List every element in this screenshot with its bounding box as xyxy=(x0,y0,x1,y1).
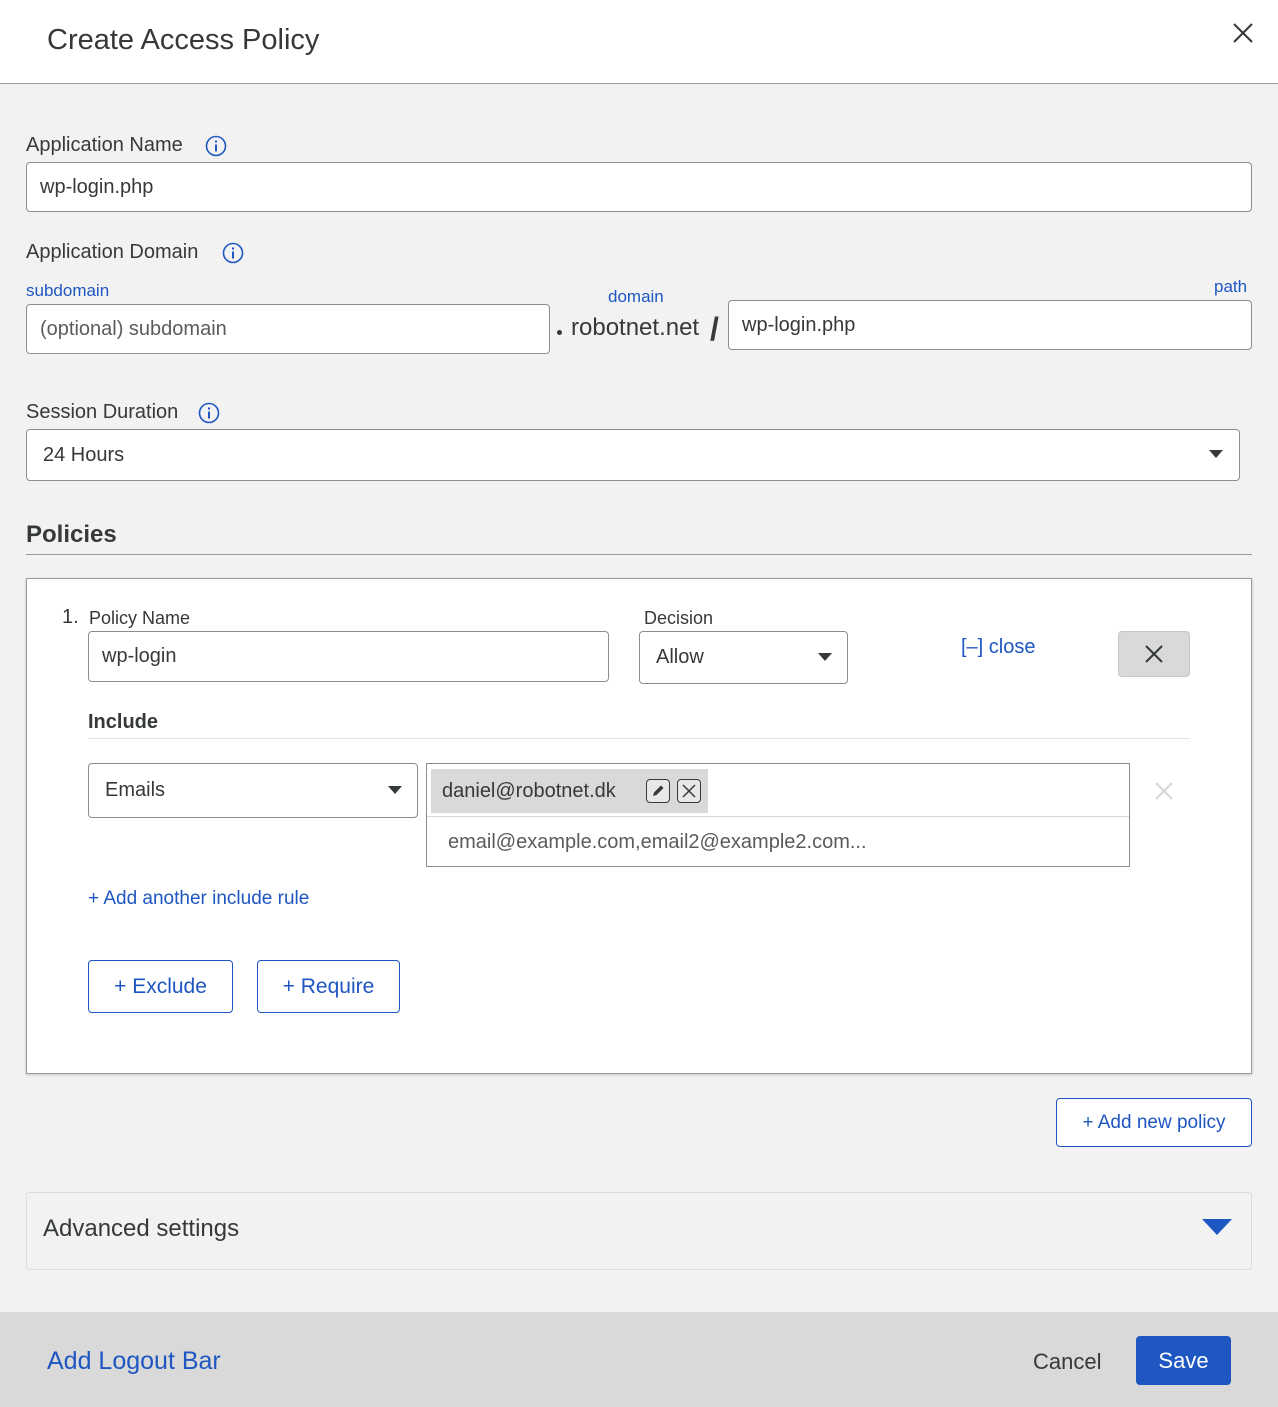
decision-select[interactable]: Allow xyxy=(639,631,848,684)
policy-name-input[interactable]: wp-login xyxy=(88,631,609,682)
session-duration-label: Session Duration xyxy=(26,401,179,423)
close-icon xyxy=(1145,645,1163,663)
path-value: wp-login.php xyxy=(742,313,856,336)
include-divider xyxy=(88,738,1190,739)
policies-divider xyxy=(26,554,1252,555)
close-icon[interactable] xyxy=(1228,18,1258,48)
session-duration-value: 24 Hours xyxy=(43,443,125,466)
policy-number: 1. xyxy=(62,606,79,628)
email-chip: daniel@robotnet.dk xyxy=(431,769,708,813)
remove-chip-button[interactable] xyxy=(677,779,701,803)
include-title: Include xyxy=(88,711,159,733)
info-icon[interactable] xyxy=(198,402,220,424)
domain-value: robotnet.net xyxy=(571,314,700,341)
delete-policy-button[interactable] xyxy=(1118,631,1190,677)
info-icon[interactable] xyxy=(222,242,244,264)
close-icon xyxy=(682,784,696,798)
email-input-placeholder: email@example.com,email2@example2.com... xyxy=(448,831,867,853)
pencil-icon xyxy=(653,785,664,796)
advanced-settings-panel[interactable]: Advanced settings xyxy=(26,1192,1252,1270)
path-label: path xyxy=(1214,277,1248,296)
email-tag-input[interactable]: daniel@robotnet.dk email@example.com,ema… xyxy=(426,763,1130,867)
include-rule-type-select[interactable]: Emails xyxy=(88,763,418,818)
decision-label: Decision xyxy=(644,608,714,628)
dialog-title: Create Access Policy xyxy=(47,24,320,56)
application-name-label: Application Name xyxy=(26,134,183,156)
edit-chip-button[interactable] xyxy=(646,779,670,803)
chevron-down-icon xyxy=(388,786,402,794)
policies-title: Policies xyxy=(26,521,117,548)
path-input[interactable]: wp-login.php xyxy=(728,300,1252,350)
path-separator: / xyxy=(710,311,719,347)
policy-close-link[interactable]: [–] close xyxy=(961,636,1035,659)
add-logout-bar-link[interactable]: Add Logout Bar xyxy=(47,1347,221,1376)
session-duration-select[interactable]: 24 Hours xyxy=(26,429,1240,481)
save-button[interactable]: Save xyxy=(1136,1336,1231,1385)
advanced-settings-title: Advanced settings xyxy=(43,1215,240,1242)
policy-name-value: wp-login xyxy=(102,645,177,667)
require-button[interactable]: + Require xyxy=(257,960,400,1013)
dialog-header: Create Access Policy xyxy=(0,0,1278,84)
application-name-input[interactable]: wp-login.php xyxy=(26,162,1252,212)
dialog-footer: Add Logout Bar Cancel Save xyxy=(0,1312,1278,1407)
cancel-button[interactable]: Cancel xyxy=(1033,1349,1101,1375)
info-icon[interactable] xyxy=(205,135,227,157)
add-include-rule-link[interactable]: + Add another include rule xyxy=(88,888,309,910)
subdomain-input[interactable]: (optional) subdomain xyxy=(26,304,550,354)
subdomain-placeholder: (optional) subdomain xyxy=(40,317,227,340)
email-chip-label: daniel@robotnet.dk xyxy=(442,779,616,802)
add-new-policy-button[interactable]: + Add new policy xyxy=(1056,1098,1252,1147)
chevron-down-icon xyxy=(818,653,832,661)
policy-card: 1. Policy Name wp-login Decision Allow [… xyxy=(26,578,1252,1074)
application-name-value: wp-login.php xyxy=(40,175,154,198)
chevron-down-icon xyxy=(1209,450,1223,458)
exclude-button[interactable]: + Exclude xyxy=(88,960,233,1013)
subdomain-label: subdomain xyxy=(26,281,110,300)
include-rule-type-value: Emails xyxy=(105,779,166,801)
remove-rule-icon[interactable] xyxy=(1153,780,1175,802)
domain-label: domain xyxy=(608,287,664,306)
domain-dot-separator xyxy=(557,330,562,335)
application-domain-label: Application Domain xyxy=(26,241,199,263)
chevron-down-icon xyxy=(1202,1219,1232,1235)
decision-value: Allow xyxy=(656,646,704,668)
policy-name-label: Policy Name xyxy=(89,608,191,628)
email-divider xyxy=(427,816,1129,817)
